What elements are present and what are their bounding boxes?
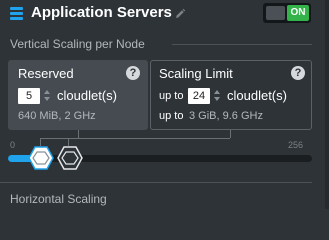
- scrollbar[interactable]: [325, 0, 329, 209]
- reserved-stepper[interactable]: [44, 89, 50, 103]
- scaling-limit-help-icon[interactable]: ?: [291, 66, 305, 80]
- reserved-connector-v: [40, 138, 41, 146]
- scaling-limit-detail: 3 GiB, 9.6 GHz: [189, 110, 263, 122]
- reserved-title: Reserved: [18, 66, 74, 81]
- scaling-limit-detail-prefix: up to: [159, 110, 184, 122]
- stack-icon: [10, 7, 23, 21]
- vertical-scaling-label: Vertical Scaling per Node: [10, 37, 145, 51]
- scaling-limit-prefix: up to: [159, 90, 184, 102]
- limit-connector-v: [68, 138, 69, 146]
- reserved-slider-handle[interactable]: [28, 146, 54, 170]
- toggle-label: ON: [287, 5, 309, 21]
- reserved-detail: 640 MiB, 2 GHz: [18, 110, 96, 122]
- scaling-limit-title: Scaling Limit: [159, 66, 233, 81]
- scaling-limit-unit: cloudlet(s): [227, 88, 287, 103]
- limit-connector-h: [68, 138, 230, 139]
- horizontal-divider: [0, 182, 312, 183]
- limit-connector: [230, 130, 231, 138]
- horizontal-scaling-label: Horizontal Scaling: [10, 192, 107, 206]
- scaling-limit-cloudlets-input[interactable]: 24: [188, 88, 210, 104]
- slider-min-label: 0: [10, 140, 16, 150]
- reserved-connector: [78, 130, 79, 138]
- reserved-unit: cloudlet(s): [57, 88, 117, 103]
- scaling-limit-stepper[interactable]: [214, 89, 220, 103]
- pencil-icon[interactable]: [174, 8, 186, 20]
- page-title: Application Servers: [31, 4, 172, 21]
- section-divider: [172, 44, 312, 45]
- reserved-help-icon[interactable]: ?: [126, 66, 140, 80]
- on-off-toggle[interactable]: ON: [263, 3, 311, 23]
- toggle-knob: [266, 6, 285, 20]
- limit-slider-handle[interactable]: [57, 146, 83, 170]
- slider-max-label: 256: [288, 140, 304, 150]
- reserved-cloudlets-input[interactable]: 5: [18, 88, 40, 104]
